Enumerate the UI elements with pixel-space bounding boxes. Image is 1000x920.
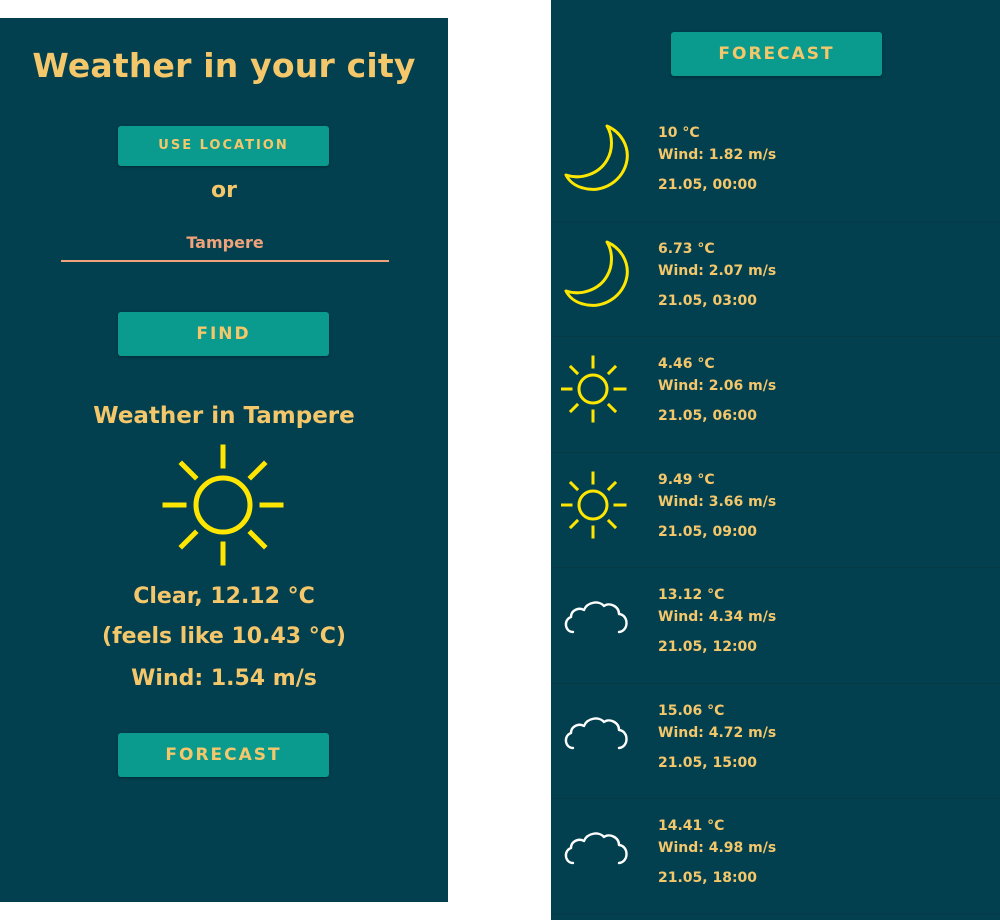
forecast-item-details: 14.41 °C Wind: 4.98 m/s 21.05, 18:00 [658,817,776,888]
forecast-wind: Wind: 4.98 m/s [658,840,777,856]
forecast-panel: FORECAST 10 °C Wind: 1.82 m/s 21.05, 00:00… [551,0,1000,920]
forecast-item-details: 9.49 °C Wind: 3.66 m/s 21.05, 09:00 [658,471,776,542]
sun-icon [162,444,284,566]
forecast-temperature: 9.49 °C [658,471,715,488]
forecast-item: 6.73 °C Wind: 2.07 m/s 21.05, 03:00 [551,222,1000,337]
forecast-time: 21.05, 09:00 [658,523,758,540]
forecast-temperature: 6.73 °C [658,240,715,257]
forecast-wind: Wind: 3.66 m/s [658,493,777,510]
forecast-item-details: 6.73 °C Wind: 2.07 m/s 21.05, 03:00 [658,240,776,311]
forecast-button[interactable]: FORECAST [118,733,329,777]
current-feels-like: (feels like 10.43 °C) [102,624,346,649]
cloud-icon [561,698,637,774]
forecast-item-details: 4.46 °C Wind: 2.06 m/s 21.05, 06:00 [658,355,776,426]
forecast-temperature: 15.06 °C [658,702,725,719]
sun-icon [559,351,637,427]
forecast-wind: Wind: 4.34 m/s [658,609,777,625]
forecast-item: 15.06 °C Wind: 4.72 m/s 21.05, 15:00 [551,684,1000,799]
forecast-time: 21.05, 00:00 [658,177,758,193]
forecast-time: 21.05, 15:00 [658,754,758,771]
forecast-wind: Wind: 2.07 m/s [658,262,777,279]
forecast-temperature: 13.12 °C [658,587,725,603]
forecast-time: 21.05, 12:00 [658,639,758,655]
sun-icon [559,467,637,543]
forecast-temperature: 14.41 °C [658,818,725,834]
forecast-wind: Wind: 4.72 m/s [658,724,777,741]
forecast-item-details: 15.06 °C Wind: 4.72 m/s 21.05, 15:00 [658,702,776,773]
current-description: Clear, 12.12 °C [133,584,315,609]
forecast-item: 9.49 °C Wind: 3.66 m/s 21.05, 09:00 [551,453,1000,568]
forecast-wind: Wind: 1.82 m/s [658,147,777,163]
forecast-header-button[interactable]: FORECAST [671,32,882,76]
forecast-time: 21.05, 18:00 [658,870,758,886]
page-title: Weather in your city [32,46,416,85]
find-button[interactable]: FIND [118,312,329,356]
forecast-time: 21.05, 03:00 [658,292,758,309]
forecast-temperature: 10 °C [658,125,700,141]
current-wind: Wind: 1.54 m/s [131,666,317,691]
forecast-temperature: 4.46 °C [658,356,715,372]
weather-heading: Weather in Tampere [93,403,355,429]
cloud-icon [561,582,637,658]
forecast-item: 4.46 °C Wind: 2.06 m/s 21.05, 06:00 [551,337,1000,453]
city-input[interactable] [61,224,389,262]
moon-icon [561,236,637,312]
forecast-wind: Wind: 2.06 m/s [658,378,777,394]
forecast-item-details: 10 °C Wind: 1.82 m/s 21.05, 00:00 [658,124,776,195]
forecast-list: 10 °C Wind: 1.82 m/s 21.05, 00:00 6.73 °C W… [551,106,1000,915]
cloud-icon [561,813,637,889]
forecast-item: 13.12 °C Wind: 4.34 m/s 21.05, 12:00 [551,568,1000,684]
or-separator: or [211,178,237,203]
forecast-item: 14.41 °C Wind: 4.98 m/s 21.05, 18:00 [551,799,1000,915]
use-location-button[interactable]: USE LOCATION [118,126,329,166]
forecast-item: 10 °C Wind: 1.82 m/s 21.05, 00:00 [551,106,1000,222]
current-weather-panel: Weather in your city USE LOCATION or FIN… [0,18,448,902]
forecast-time: 21.05, 06:00 [658,408,758,424]
moon-icon [561,120,637,196]
forecast-item-details: 13.12 °C Wind: 4.34 m/s 21.05, 12:00 [658,586,776,657]
